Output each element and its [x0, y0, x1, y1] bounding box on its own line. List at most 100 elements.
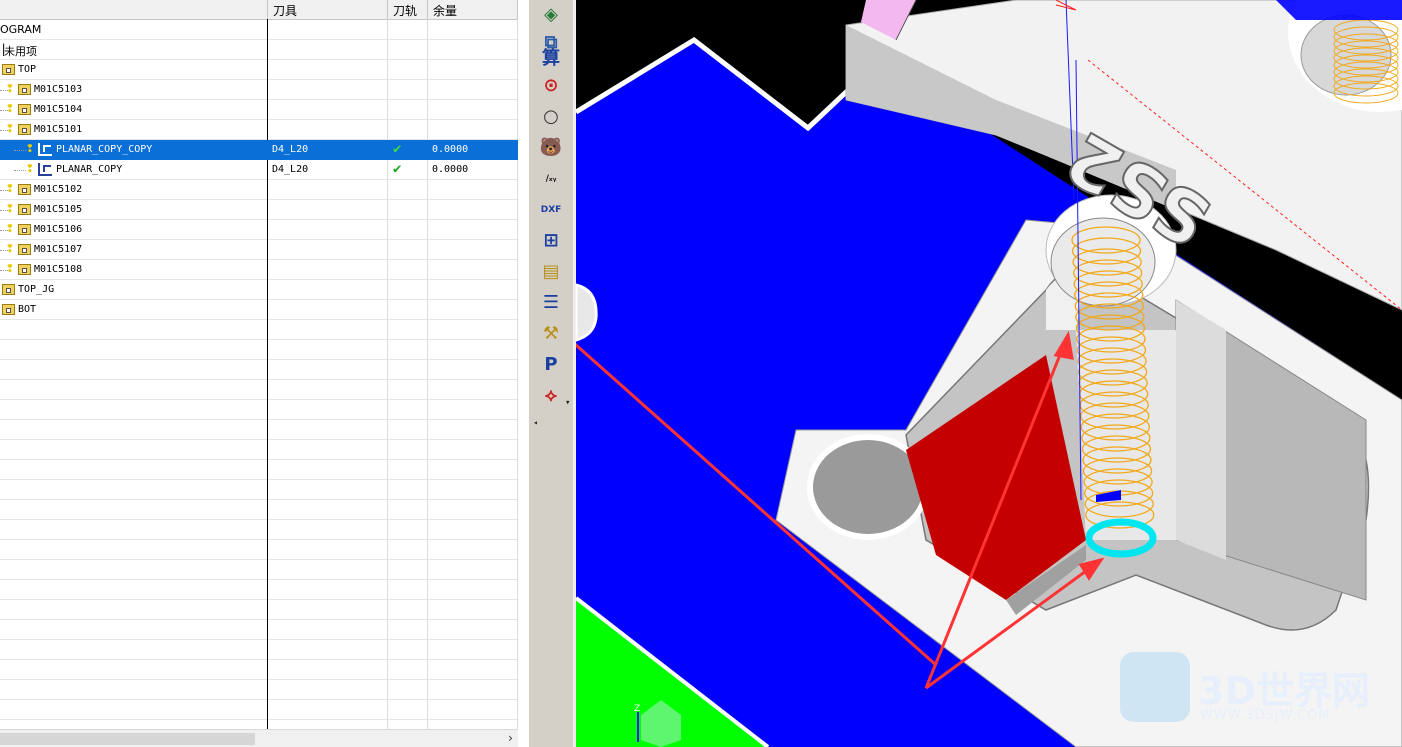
- tree-row[interactable]: ❢ M01C5107: [0, 240, 518, 260]
- row-gridline: [0, 599, 518, 600]
- program-group-icon: [18, 224, 31, 235]
- program-group-icon: [18, 84, 31, 95]
- scroll-right-icon[interactable]: ›: [507, 731, 514, 745]
- watermark-logo-icon: [1120, 652, 1190, 722]
- layer-icon[interactable]: ◈: [535, 2, 567, 28]
- tree-icon-glyph: ⊞: [543, 230, 559, 251]
- row-gridline: [0, 659, 518, 660]
- graphics-viewport[interactable]: SS2 Z 3D世界网 WWW.3DSJW.COM: [576, 0, 1402, 747]
- program-group-icon: [18, 244, 31, 255]
- post-nc-icon-glyph: P: [544, 354, 558, 375]
- lightbulb-icon: ❢: [6, 241, 14, 256]
- row-gridline: [0, 679, 518, 680]
- lightbulb-icon: ❢: [6, 121, 14, 136]
- layer-icon-glyph: ◈: [544, 4, 558, 25]
- program-group-icon: [2, 304, 15, 315]
- row-gridline: [0, 559, 518, 560]
- lightbulb-icon: ❢: [6, 181, 14, 196]
- xyz-icon-glyph: ∕ₓᵧ: [545, 174, 557, 184]
- bear-icon-glyph: 🐻: [539, 137, 563, 158]
- row-gridline: [0, 639, 518, 640]
- stock-cell: 0.0000: [432, 164, 469, 175]
- tree-row[interactable]: TOP_JG: [0, 280, 518, 300]
- row-gridline: [0, 619, 518, 620]
- program-group-icon: [18, 264, 31, 275]
- column-tool[interactable]: 刀具: [273, 2, 297, 19]
- tree-row[interactable]: ❢ M01C5108: [0, 260, 518, 280]
- planar-mill-icon: [38, 163, 52, 176]
- scrollbar-thumb[interactable]: [0, 733, 255, 745]
- tree-row-name: M01C5105: [34, 204, 83, 215]
- row-gridline: [0, 519, 518, 520]
- tree-row[interactable]: ❢ M01C5101: [0, 120, 518, 140]
- compute-icon-glyph: 算: [542, 48, 560, 69]
- circle-icon-glyph: ○: [543, 106, 559, 127]
- xyz-icon[interactable]: ∕ₓᵧ: [535, 166, 567, 192]
- lightbulb-icon: ❢: [6, 81, 14, 96]
- tree-row-name: M01C5107: [34, 244, 83, 255]
- row-gridline: [0, 479, 518, 480]
- tree-row[interactable]: ❢ M01C5103: [0, 80, 518, 100]
- program-group-icon: [18, 124, 31, 135]
- target-icon-glyph: ⊙: [543, 75, 559, 96]
- stock-cell: 0.0000: [432, 144, 469, 155]
- row-gridline: [0, 499, 518, 500]
- tree-icon[interactable]: ⊞: [535, 228, 567, 254]
- toolpath-ok-icon: ✔: [393, 141, 402, 157]
- program-group-icon: [18, 204, 31, 215]
- lightbulb-icon: ❢: [6, 101, 14, 116]
- planar-mill-icon: [38, 143, 52, 156]
- tree-row[interactable]: OGRAM: [0, 20, 518, 40]
- path-icon[interactable]: ⟡: [535, 383, 567, 409]
- tree-row-name: 未用项: [4, 45, 37, 58]
- tree-row[interactable]: TOP: [0, 60, 518, 80]
- tool-icon-glyph: ⚒: [542, 323, 560, 344]
- post-nc-icon[interactable]: P: [535, 352, 567, 378]
- bear-icon[interactable]: 🐻: [535, 135, 567, 161]
- program-group-icon: [2, 284, 15, 295]
- tree-row-name: M01C5104: [34, 104, 83, 115]
- target-icon[interactable]: ⊙: [535, 73, 567, 99]
- toolbar-left-arrow-icon[interactable]: ◂: [533, 418, 538, 427]
- row-gridline: [0, 579, 518, 580]
- row-gridline: [0, 379, 518, 380]
- stack-yellow-icon-glyph: ▤: [542, 261, 560, 282]
- lightbulb-icon: ❢: [6, 261, 14, 276]
- tree-row[interactable]: ❢ M01C5105: [0, 200, 518, 220]
- lightbulb-icon: ❢: [26, 161, 34, 176]
- tree-row[interactable]: ❢ PLANAR_COPY_COPY D4_L20 ✔ 0.0000: [0, 140, 518, 160]
- column-toolpath[interactable]: 刀轨: [393, 2, 417, 19]
- tree-row[interactable]: | 未用项: [0, 40, 518, 60]
- tree-row-name: M01C5101: [34, 124, 83, 135]
- dxf-icon[interactable]: DXF: [535, 197, 567, 223]
- tree-row[interactable]: ❢ M01C5104: [0, 100, 518, 120]
- stack-yellow-icon[interactable]: ▤: [535, 259, 567, 285]
- toolpath-ok-icon: ✔: [393, 161, 402, 177]
- tree-row[interactable]: ❢ PLANAR_COPY D4_L20 ✔ 0.0000: [0, 160, 518, 180]
- row-gridline: [0, 339, 518, 340]
- row-gridline: [0, 699, 518, 700]
- lightbulb-icon: ❢: [26, 141, 34, 156]
- tree-row[interactable]: ❢ M01C5106: [0, 220, 518, 240]
- horizontal-scrollbar[interactable]: ›: [0, 729, 518, 747]
- tree-row-name: M01C5108: [34, 264, 83, 275]
- watermark-brand: 3D世界网: [1198, 669, 1370, 713]
- row-gridline: [0, 719, 518, 720]
- column-stock[interactable]: 余量: [433, 2, 457, 19]
- tree-row[interactable]: BOT: [0, 300, 518, 320]
- watermark-url: WWW.3DSJW.COM: [1200, 708, 1331, 723]
- program-group-icon: [2, 64, 15, 75]
- lightbulb-icon: ❢: [6, 201, 14, 216]
- compute-icon[interactable]: 算: [535, 42, 567, 69]
- tree-row[interactable]: ❢ M01C5102: [0, 180, 518, 200]
- vertical-toolbar: ◈ ⧉ 算 ⊙ ○ 🐻 ∕ₓᵧ DXF ⊞ ▤ ☰ ⚒ P ⟡ ▾ ◂: [528, 0, 577, 747]
- tool-icon[interactable]: ⚒: [535, 321, 567, 347]
- circle-icon[interactable]: ○: [535, 104, 567, 130]
- row-gridline: [0, 419, 518, 420]
- dropdown-arrow-icon[interactable]: ▾: [565, 398, 570, 408]
- list-icon[interactable]: ☰: [535, 290, 567, 316]
- tree-row-name: M01C5106: [34, 224, 83, 235]
- tool-cell: D4_L20: [272, 144, 309, 155]
- row-gridline: [0, 399, 518, 400]
- tree-row-name: TOP: [18, 64, 37, 75]
